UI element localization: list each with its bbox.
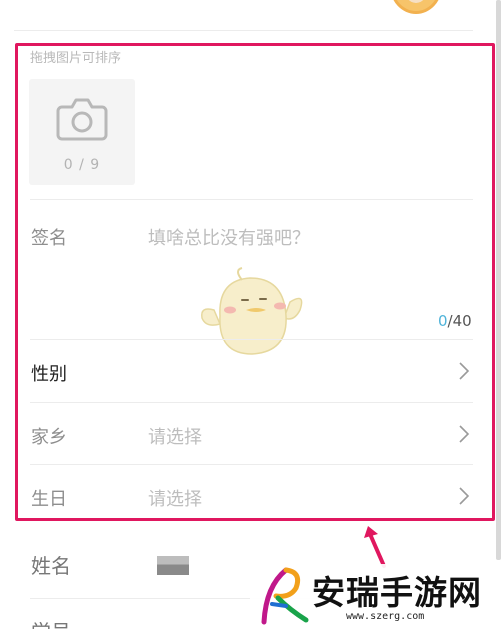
watermark-logo bbox=[261, 567, 309, 625]
avatar[interactable] bbox=[390, 0, 442, 14]
divider bbox=[14, 30, 473, 31]
watermark-title: 安瑞手游网 bbox=[312, 573, 482, 612]
scrollbar[interactable] bbox=[496, 0, 501, 560]
name-value-redacted bbox=[157, 556, 189, 575]
highlight-annotation-box bbox=[15, 43, 495, 521]
name-label: 姓名 bbox=[31, 554, 71, 578]
watermark-url: www.szerg.com bbox=[346, 611, 425, 622]
site-watermark: 安瑞手游网 www.szerg.com bbox=[250, 564, 501, 629]
student-id-label: 学号 bbox=[31, 616, 71, 629]
